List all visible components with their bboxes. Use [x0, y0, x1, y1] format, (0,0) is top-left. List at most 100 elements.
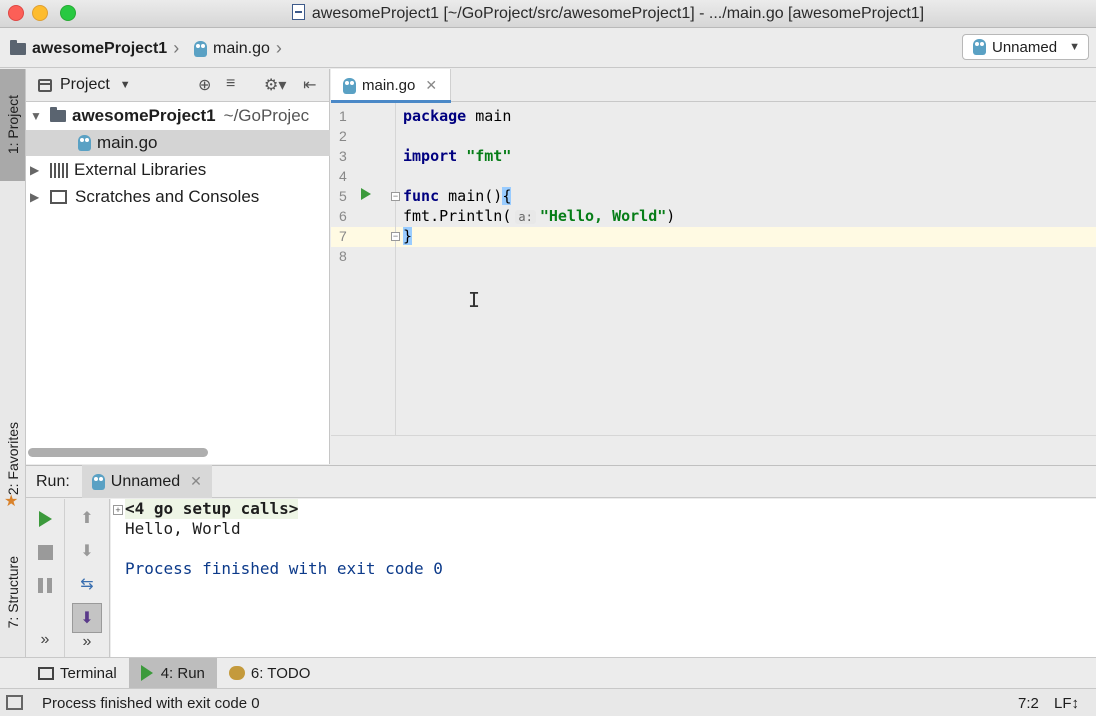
tool-tab-run[interactable]: 4: Run [128, 657, 217, 689]
run-console[interactable]: + <4 go setup calls> Hello, World Proces… [111, 499, 1096, 657]
horizontal-scrollbar[interactable] [28, 448, 208, 457]
code-line-7: } [403, 226, 413, 246]
keyword-import: import [403, 147, 458, 165]
tool-tab-terminal[interactable]: Terminal [26, 658, 129, 689]
tool-tab-favorites-label: 2: Favorites [4, 422, 21, 496]
collapse-all-icon[interactable]: ≡ [226, 75, 235, 93]
gear-icon[interactable]: ⚙▾ [264, 75, 286, 95]
status-message: Process finished with exit code 0 [42, 695, 260, 712]
window-title-container: awesomeProject1 [~/GoProject/src/awesome… [0, 4, 1096, 23]
text-cursor-icon: I [468, 288, 481, 312]
tool-tab-terminal-label: Terminal [60, 664, 117, 682]
go-file-icon [343, 77, 356, 94]
stop-button[interactable] [32, 539, 58, 565]
tab-main-go[interactable]: main.go ✕ [331, 69, 451, 103]
go-file-icon [194, 40, 207, 57]
terminal-icon [38, 666, 54, 680]
arrow-down-icon[interactable]: ⬇ [74, 538, 100, 564]
title-bar: awesomeProject1 [~/GoProject/src/awesome… [0, 0, 1096, 28]
tree-item-main-go[interactable]: main.go [26, 130, 330, 156]
code-line-6: fmt.Println(a: "Hello, World") [403, 206, 675, 227]
run-config-label: Unnamed [992, 38, 1058, 56]
tool-tab-run-label: 4: Run [160, 664, 205, 682]
console-setup-calls[interactable]: <4 go setup calls> [125, 499, 299, 519]
code-text: main() [439, 187, 503, 205]
close-tab-icon[interactable]: ✕ [425, 77, 437, 94]
tree-item-external-libraries[interactable]: ▶ External Libraries [26, 157, 330, 183]
window-title: awesomeProject1 [~/GoProject/src/awesome… [311, 5, 925, 22]
keyword-func: func [403, 187, 440, 205]
chevron-down-icon[interactable]: ▼ [120, 79, 131, 91]
chevron-right-icon[interactable]: ▶ [30, 190, 44, 204]
editor-footer [331, 435, 1096, 464]
tree-item-scratches[interactable]: ▶ Scratches and Consoles [26, 184, 330, 210]
play-icon [38, 511, 52, 527]
hide-panel-icon[interactable]: ⇤ [303, 75, 316, 95]
folder-icon [10, 39, 26, 55]
code-editor[interactable]: package main import "fmt" func main(){ f… [396, 103, 1096, 435]
chevron-right-icon: › [275, 38, 282, 58]
expand-icon[interactable]: + [113, 505, 123, 515]
breadcrumb-file[interactable]: main.go › [194, 38, 282, 59]
line-number: 3 [339, 148, 347, 164]
go-file-icon [973, 39, 986, 55]
chevron-right-icon: › [173, 38, 180, 58]
code-line-1: package main [403, 106, 511, 126]
keyword-package: package [403, 107, 467, 125]
pause-icon [38, 577, 52, 593]
close-tab-icon[interactable]: ✕ [190, 473, 202, 490]
go-file-icon [91, 473, 105, 490]
line-number: 2 [339, 128, 347, 144]
project-view-select[interactable]: Project [60, 76, 110, 94]
todo-icon [228, 666, 245, 680]
run-toolbar: » [26, 499, 65, 657]
run-gutter-icon[interactable] [361, 188, 371, 200]
breadcrumb-project[interactable]: awesomeProject1 › [10, 38, 179, 59]
matched-brace: { [502, 187, 512, 205]
run-panel-label: Run: [36, 472, 70, 490]
project-view-icon [38, 78, 52, 92]
caret-position[interactable]: 7:2 [1018, 695, 1039, 712]
tool-tab-todo-label: 6: TODO [250, 664, 311, 682]
tree-item-main-go-label: main.go [97, 133, 158, 152]
code-line-3: import "fmt" [403, 146, 511, 166]
rerun-button[interactable] [32, 506, 58, 532]
chevron-down-icon[interactable]: ▼ [30, 109, 44, 123]
run-config-select[interactable]: Unnamed ▼ [962, 34, 1089, 60]
editor-gutter: 1 2 3 4 5 6 7 8 [331, 103, 396, 435]
navigation-bar: awesomeProject1 › main.go › Unnamed ▼ [0, 28, 1096, 68]
code-text: ) [666, 207, 676, 225]
line-number: 7 [339, 228, 347, 244]
tool-tab-project-label: 1: Project [4, 95, 21, 155]
tool-windows-icon[interactable] [6, 695, 23, 710]
run-toolbar-secondary: ⬆ ⬇ ⇆ ⬇ » [65, 499, 110, 657]
chevron-right-icon[interactable]: ▶ [30, 163, 44, 177]
tab-main-go-label: main.go [362, 77, 416, 94]
chevron-down-icon: ▼ [1069, 41, 1080, 53]
tool-tab-structure[interactable]: 7: Structure [0, 535, 25, 649]
stop-icon [37, 544, 53, 560]
more-actions-icon[interactable]: » [32, 627, 58, 653]
tool-tab-todo[interactable]: 6: TODO [217, 658, 322, 689]
run-panel-header: Run: Unnamed ✕ [26, 465, 1096, 498]
line-number: 4 [339, 168, 347, 184]
tree-item-project[interactable]: ▼ awesomeProject1 ~/GoProjec [26, 103, 330, 129]
more-actions-icon[interactable]: » [74, 629, 100, 655]
bottom-tool-tabs: Terminal 4: Run 6: TODO [0, 657, 1096, 689]
tree-item-external-libraries-label: External Libraries [74, 160, 207, 179]
left-tool-strip: 1: Project 2: Favorites ★ 7: Structure [0, 69, 26, 657]
line-number: 1 [339, 108, 347, 124]
pause-button[interactable] [32, 572, 58, 598]
line-separator[interactable]: LF↕ [1054, 695, 1079, 712]
editor-tab-bar: main.go ✕ [331, 69, 1096, 103]
line-number: 5 [339, 188, 347, 204]
soft-wrap-icon[interactable]: ⇆ [74, 571, 100, 597]
code-text: main [466, 107, 512, 125]
arrow-up-icon[interactable]: ⬆ [74, 505, 100, 531]
run-tab-unnamed[interactable]: Unnamed ✕ [81, 465, 212, 498]
play-icon [140, 665, 153, 681]
locate-icon[interactable]: ⊕ [198, 75, 211, 95]
tool-tab-project[interactable]: 1: Project [0, 69, 25, 181]
console-output: Hello, World [125, 519, 241, 538]
tree-item-project-label: awesomeProject1 [72, 106, 216, 125]
